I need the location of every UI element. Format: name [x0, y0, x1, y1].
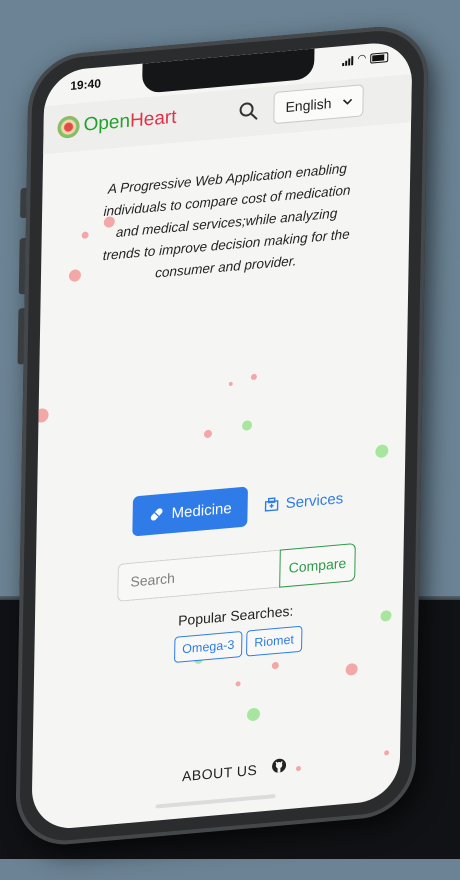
decorative-dot: [375, 444, 388, 458]
tab-medicine[interactable]: Medicine: [132, 486, 248, 536]
footer: ABOUT US: [182, 757, 288, 786]
brand-name-heart: Heart: [130, 107, 177, 132]
phone-volume-down-button: [17, 308, 24, 365]
decorative-dot: [346, 663, 358, 676]
decorative-dot: [69, 269, 81, 282]
language-selected-value: English: [285, 95, 331, 115]
tab-medicine-label: Medicine: [171, 499, 231, 521]
popular-search-chip[interactable]: Omega-3: [174, 631, 243, 663]
tab-services-label: Services: [286, 490, 344, 512]
phone-volume-up-button: [19, 238, 26, 295]
decorative-dot: [242, 420, 252, 431]
decorative-dot: [34, 408, 48, 423]
tagline: A Progressive Web Application enabling i…: [101, 157, 353, 289]
decorative-dot: [380, 610, 391, 622]
github-link[interactable]: [271, 757, 287, 778]
status-time: 19:40: [70, 76, 101, 93]
brand-name: OpenHeart: [83, 107, 176, 137]
popular-searches-list: Omega-3 Riomet: [174, 626, 302, 663]
search-button[interactable]: [237, 99, 259, 123]
decorative-dot: [251, 374, 257, 381]
phone-side-button: [20, 188, 27, 219]
compare-button[interactable]: Compare: [279, 543, 356, 588]
decorative-dot: [204, 430, 212, 439]
decorative-dot: [272, 662, 279, 670]
heart-logo-icon: [57, 115, 79, 139]
wifi-icon: ◠: [357, 55, 366, 64]
popular-searches-heading: Popular Searches:: [117, 597, 355, 634]
decorative-dot: [82, 231, 89, 239]
decorative-dot: [236, 681, 241, 686]
search-category-tabs: Medicine Services: [132, 478, 343, 537]
decorative-dot: [384, 750, 389, 755]
language-select[interactable]: English: [273, 84, 364, 124]
about-us-link[interactable]: ABOUT US: [182, 762, 258, 785]
home-indicator: [156, 794, 276, 809]
hospital-icon: [264, 496, 280, 513]
phone-frame: 19:40 ◠ OpenHeart English: [15, 23, 429, 849]
phone-mockup: 19:40 ◠ OpenHeart English: [0, 0, 460, 880]
tab-services[interactable]: Services: [264, 490, 344, 514]
signal-icon: [342, 56, 353, 66]
search-icon: [237, 99, 259, 123]
chevron-down-icon: [341, 95, 353, 108]
brand-name-open: Open: [83, 111, 130, 136]
github-icon: [271, 757, 287, 774]
status-icons: ◠: [342, 52, 388, 66]
search-input[interactable]: Search: [117, 550, 280, 602]
brand-logo[interactable]: OpenHeart: [57, 107, 176, 139]
decorative-dot: [296, 766, 301, 771]
app-screen: 19:40 ◠ OpenHeart English: [31, 40, 412, 832]
search-bar: Search Compare: [117, 543, 356, 602]
battery-icon: [370, 52, 388, 64]
popular-search-chip[interactable]: Riomet: [246, 626, 302, 657]
pill-icon: [149, 506, 165, 523]
decorative-dot: [229, 382, 233, 386]
decorative-dot: [247, 707, 260, 721]
